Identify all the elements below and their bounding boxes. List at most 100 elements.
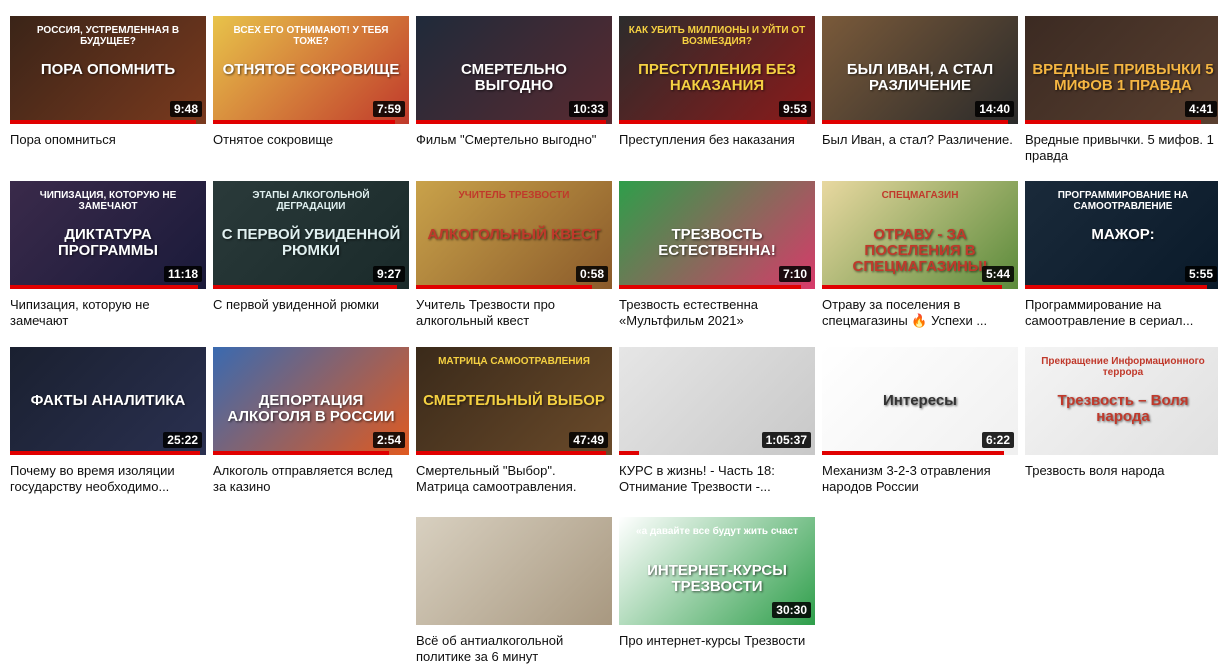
watch-progress-bar [619,451,639,455]
duration-badge: 9:27 [372,266,405,282]
video-title[interactable]: Трезвость воля народа [1025,463,1218,479]
duration-badge: 0:58 [575,266,608,282]
video-thumbnail[interactable]: ДЕПОРТАЦИЯ АЛКОГОЛЯ В РОССИИ 2:54 [213,347,409,455]
video-thumbnail[interactable]: ВРЕДНЫЕ ПРИВЫЧКИ 5 МИФОВ 1 ПРАВДА 4:41 [1025,16,1218,124]
duration-badge: 9:48 [169,101,202,117]
video-thumbnail[interactable]: ПРОГРАММИРОВАНИЕ НА САМООТРАВЛЕНИЕ МАЖОР:… [1025,181,1218,289]
video-title[interactable]: Алкоголь отправляется вслед за казино [213,463,409,495]
duration-badge: 7:59 [372,101,405,117]
video-card[interactable]: Интересы 6:22 Механизм 3-2-3 отравления на… [822,347,1018,495]
video-card[interactable]: МАТРИЦА САМООТРАВЛЕНИЯ СМЕРТЕЛЬНЫЙ ВЫБОР 4… [416,347,612,495]
video-thumbnail[interactable]: ВСЕХ ЕГО ОТНИМАЮТ! У ТЕБЯ ТОЖЕ? ОТНЯТОЕ С… [213,16,409,124]
video-thumbnail[interactable]: ЭТАПЫ АЛКОГОЛЬНОЙ ДЕГРАДАЦИИ С ПЕРВОЙ УВИ… [213,181,409,289]
thumbnail-headline: ДЕПОРТАЦИЯ АЛКОГОЛЯ В РОССИИ [227,392,395,425]
video-title[interactable]: Отнятое сокровище [213,132,409,148]
thumbnail-headline: ФАКТЫ АНАЛИТИКА [30,392,186,409]
watch-progress-bar [213,451,390,455]
video-title[interactable]: Был Иван, а стал? Различение. [822,132,1018,148]
video-card[interactable]: СМЕРТЕЛЬНО ВЫГОДНО 10:33 Фильм "Смертельно… [416,16,612,148]
duration-badge: 30:30 [772,602,811,618]
video-card[interactable]: ДЕПОРТАЦИЯ АЛКОГОЛЯ В РОССИИ 2:54 Алкоголь… [213,347,409,495]
duration-badge: 11:18 [163,266,202,282]
video-title[interactable]: Трезвость естественна «Мультфильм 2021» [619,297,815,329]
video-card[interactable]: 1:05:37 КУРС в жизнь! - Часть 18: Отниман… [619,347,815,495]
duration-badge: 6:22 [981,432,1014,448]
video-title[interactable]: Почему во время изоляции государству нео… [10,463,206,495]
video-title[interactable]: Механизм 3-2-3 отравления народов России [822,463,1018,495]
video-title[interactable]: Программирование на самоотравление в сер… [1025,297,1218,329]
video-card[interactable]: ВСЕХ ЕГО ОТНИМАЮТ! У ТЕБЯ ТОЖЕ? ОТНЯТОЕ С… [213,16,409,148]
video-thumbnail[interactable] [416,517,612,625]
thumbnail-headline: Интересы [883,392,957,409]
video-thumbnail[interactable]: СПЕЦМАГАЗИН ОТРАВУ - ЗА ПОСЕЛЕНИЯ В СПЕЦМ… [822,181,1018,289]
video-title[interactable]: Про интернет-курсы Трезвости [619,633,815,649]
watch-progress-bar [822,451,1005,455]
duration-badge: 1:05:37 [761,432,811,448]
video-thumbnail[interactable]: КАК УБИТЬ МИЛЛИОНЫ И УЙТИ ОТ ВОЗМЕЗДИЯ? П… [619,16,815,124]
thumbnail-subtext: РОССИЯ, УСТРЕМЛЕННАЯ В БУДУЩЕЕ? [36,25,180,47]
thumbnail-subtext: ВСЕХ ЕГО ОТНИМАЮТ! У ТЕБЯ ТОЖЕ? [233,25,389,47]
video-title[interactable]: Всё об антиалкогольной политике за 6 мин… [416,633,612,665]
watch-progress-bar [1025,285,1208,289]
duration-badge: 9:53 [778,101,811,117]
thumbnail-subtext: Прекращение Информационного террора [1041,356,1205,378]
watch-progress-bar [10,120,197,124]
video-thumbnail[interactable]: СМЕРТЕЛЬНО ВЫГОДНО 10:33 [416,16,612,124]
video-card[interactable]: КАК УБИТЬ МИЛЛИОНЫ И УЙТИ ОТ ВОЗМЕЗДИЯ? П… [619,16,815,148]
watch-progress-bar [10,285,199,289]
thumbnail-subtext: СПЕЦМАГАЗИН [881,190,959,201]
video-card[interactable]: ПРОГРАММИРОВАНИЕ НА САМООТРАВЛЕНИЕ МАЖОР:… [1025,181,1218,329]
video-card[interactable]: УЧИТЕЛЬ ТРЕЗВОСТИ АЛКОГОЛЬНЫЙ КВЕСТ 0:58 Уч… [416,181,612,329]
video-title[interactable]: Отраву за поселения в спецмагазины 🔥 Усп… [822,297,1018,329]
thumbnail-subtext: КАК УБИТЬ МИЛЛИОНЫ И УЙТИ ОТ ВОЗМЕЗДИЯ? [628,25,806,47]
watch-progress-bar [822,120,1009,124]
video-title[interactable]: Преступления без наказания [619,132,815,148]
video-card[interactable]: «а давайте все будут жить счаст ИНТЕРНЕТ-… [619,517,815,649]
video-title[interactable]: Фильм "Смертельно выгодно" [416,132,612,148]
thumbnail-subtext: ЭТАПЫ АЛКОГОЛЬНОЙ ДЕГРАДАЦИИ [252,190,370,212]
video-thumbnail[interactable]: Интересы 6:22 [822,347,1018,455]
video-thumbnail[interactable]: 1:05:37 [619,347,815,455]
video-card[interactable]: Всё об антиалкогольной политике за 6 мин… [416,517,612,665]
video-card[interactable]: БЫЛ ИВАН, А СТАЛ РАЗЛИЧЕНИЕ 14:40 Был Иван… [822,16,1018,148]
video-title[interactable]: Смертельный "Выбор". Матрица самоотравле… [416,463,612,495]
thumbnail-headline: ДИКТАТУРА ПРОГРАММЫ [58,226,158,259]
duration-badge: 10:33 [569,101,608,117]
watch-progress-bar [213,120,396,124]
thumbnail-subtext: УЧИТЕЛЬ ТРЕЗВОСТИ [458,190,570,201]
video-card[interactable]: ТРЕЗВОСТЬ ЕСТЕСТВЕННА! 7:10 Трезвость есте… [619,181,815,329]
video-thumbnail[interactable]: МАТРИЦА САМООТРАВЛЕНИЯ СМЕРТЕЛЬНЫЙ ВЫБОР 4… [416,347,612,455]
thumbnail-art [416,517,612,625]
video-thumbnail[interactable]: ТРЕЗВОСТЬ ЕСТЕСТВЕННА! 7:10 [619,181,815,289]
thumbnail-headline: ИНТЕРНЕТ-КУРСЫ ТРЕЗВОСТИ [647,562,787,595]
video-card[interactable]: СПЕЦМАГАЗИН ОТРАВУ - ЗА ПОСЕЛЕНИЯ В СПЕЦМ… [822,181,1018,329]
video-thumbnail[interactable]: УЧИТЕЛЬ ТРЕЗВОСТИ АЛКОГОЛЬНЫЙ КВЕСТ 0:58 [416,181,612,289]
watch-progress-bar [619,120,808,124]
thumbnail-headline: С ПЕРВОЙ УВИДЕННОЙ РЮМКИ [221,226,401,259]
thumbnail-headline: ПОРА ОПОМНИТЬ [40,61,176,78]
video-card[interactable]: Прекращение Информационного террора Трезв… [1025,347,1218,479]
video-thumbnail[interactable]: РОССИЯ, УСТРЕМЛЕННАЯ В БУДУЩЕЕ? ПОРА ОПОМ… [10,16,206,124]
video-thumbnail[interactable]: Прекращение Информационного террора Трезв… [1025,347,1218,455]
watch-progress-bar [619,285,802,289]
video-card[interactable]: ФАКТЫ АНАЛИТИКА 25:22 Почему во время изол… [10,347,206,495]
video-title[interactable]: С первой увиденной рюмки [213,297,409,313]
video-thumbnail[interactable]: «а давайте все будут жить счаст ИНТЕРНЕТ-… [619,517,815,625]
watch-progress-bar [416,451,607,455]
video-title[interactable]: Учитель Трезвости про алкогольный квест [416,297,612,329]
thumbnail-headline: ОТНЯТОЕ СОКРОВИЩЕ [222,61,400,78]
thumbnail-subtext: МАТРИЦА САМООТРАВЛЕНИЯ [438,356,590,367]
video-title[interactable]: Вредные привычки. 5 мифов. 1 правда [1025,132,1218,164]
thumbnail-headline: СМЕРТЕЛЬНЫЙ ВЫБОР [423,392,605,409]
video-thumbnail[interactable]: ФАКТЫ АНАЛИТИКА 25:22 [10,347,206,455]
video-card[interactable]: ВРЕДНЫЕ ПРИВЫЧКИ 5 МИФОВ 1 ПРАВДА 4:41 Вре… [1025,16,1218,164]
video-title[interactable]: Чипизация, которую не замечают [10,297,206,329]
thumbnail-headline: ТРЕЗВОСТЬ ЕСТЕСТВЕННА! [658,226,776,259]
video-title[interactable]: Пора опомниться [10,132,206,148]
video-thumbnail[interactable]: БЫЛ ИВАН, А СТАЛ РАЗЛИЧЕНИЕ 14:40 [822,16,1018,124]
video-title[interactable]: КУРС в жизнь! - Часть 18: Отнимание Трез… [619,463,815,495]
video-thumbnail[interactable]: ЧИПИЗАЦИЯ, КОТОРУЮ НЕ ЗАМЕЧАЮТ ДИКТАТУРА … [10,181,206,289]
video-card[interactable]: ЧИПИЗАЦИЯ, КОТОРУЮ НЕ ЗАМЕЧАЮТ ДИКТАТУРА … [10,181,206,329]
video-card[interactable]: РОССИЯ, УСТРЕМЛЕННАЯ В БУДУЩЕЕ? ПОРА ОПОМ… [10,16,206,148]
video-card[interactable]: ЭТАПЫ АЛКОГОЛЬНОЙ ДЕГРАДАЦИИ С ПЕРВОЙ УВИ… [213,181,409,313]
